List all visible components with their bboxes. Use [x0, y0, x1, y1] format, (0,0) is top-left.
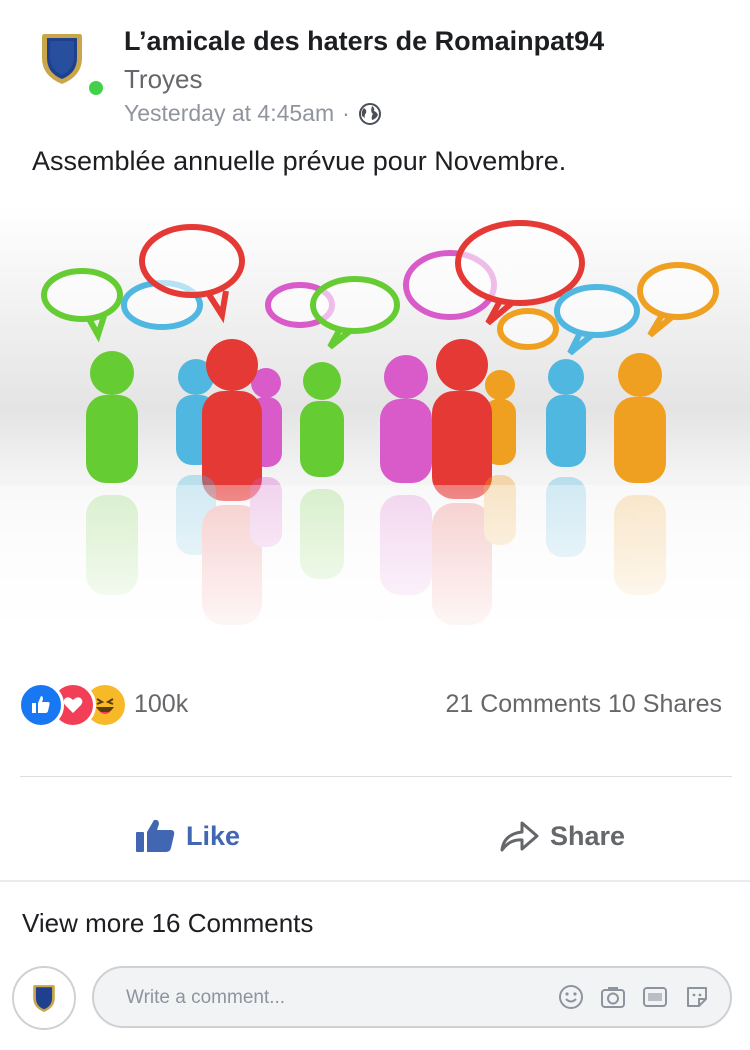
post-timestamp[interactable]: Yesterday at 4:45am [124, 100, 334, 127]
gif-icon[interactable] [640, 982, 670, 1012]
facebook-post: L’amicale des haters de Romainpat94 Troy… [0, 0, 750, 1050]
post-text: Assemblée annuelle prévue pour Novembre. [32, 146, 567, 176]
post-meta: Yesterday at 4:45am · [124, 100, 382, 127]
group-name[interactable]: L’amicale des haters de Romainpat94 [124, 26, 604, 57]
post-actions: Like Share [0, 800, 750, 872]
post-image[interactable] [0, 205, 750, 660]
share-label: Share [550, 820, 626, 851]
like-button[interactable]: Like [134, 800, 240, 872]
post-location[interactable]: Troyes [124, 64, 203, 95]
user-avatar[interactable] [12, 966, 76, 1030]
reaction-icons[interactable] [18, 682, 130, 728]
speech-bubbles-people-illustration [0, 205, 750, 660]
share-button[interactable]: Share [498, 800, 625, 872]
like-label: Like [186, 820, 241, 851]
like-reaction-icon [18, 682, 64, 728]
reactions-bar: 100k 21 Comments 10 Shares [0, 676, 750, 732]
group-avatar[interactable] [36, 28, 88, 88]
camera-icon[interactable] [598, 982, 628, 1012]
shield-icon [42, 34, 82, 84]
comment-input[interactable] [124, 980, 548, 1016]
emoji-icon[interactable] [556, 982, 586, 1012]
online-status-indicator [86, 78, 106, 98]
comments-shares-count[interactable]: 21 Comments 10 Shares [445, 690, 722, 719]
divider [0, 880, 750, 882]
reaction-count[interactable]: 100k [134, 690, 188, 719]
share-arrow-icon [500, 821, 539, 852]
thumbs-up-icon [136, 819, 175, 852]
comment-composer [0, 960, 750, 1040]
sticker-icon[interactable] [682, 982, 712, 1012]
meta-separator: · [342, 100, 350, 126]
composer-icons [556, 982, 712, 1012]
globe-icon[interactable] [358, 102, 382, 126]
post-header: L’amicale des haters de Romainpat94 Troy… [0, 0, 750, 140]
divider [20, 776, 732, 777]
shield-icon [33, 985, 55, 1012]
comment-box[interactable] [92, 966, 732, 1028]
view-more-comments-link[interactable]: View more 16 Comments [22, 908, 313, 939]
